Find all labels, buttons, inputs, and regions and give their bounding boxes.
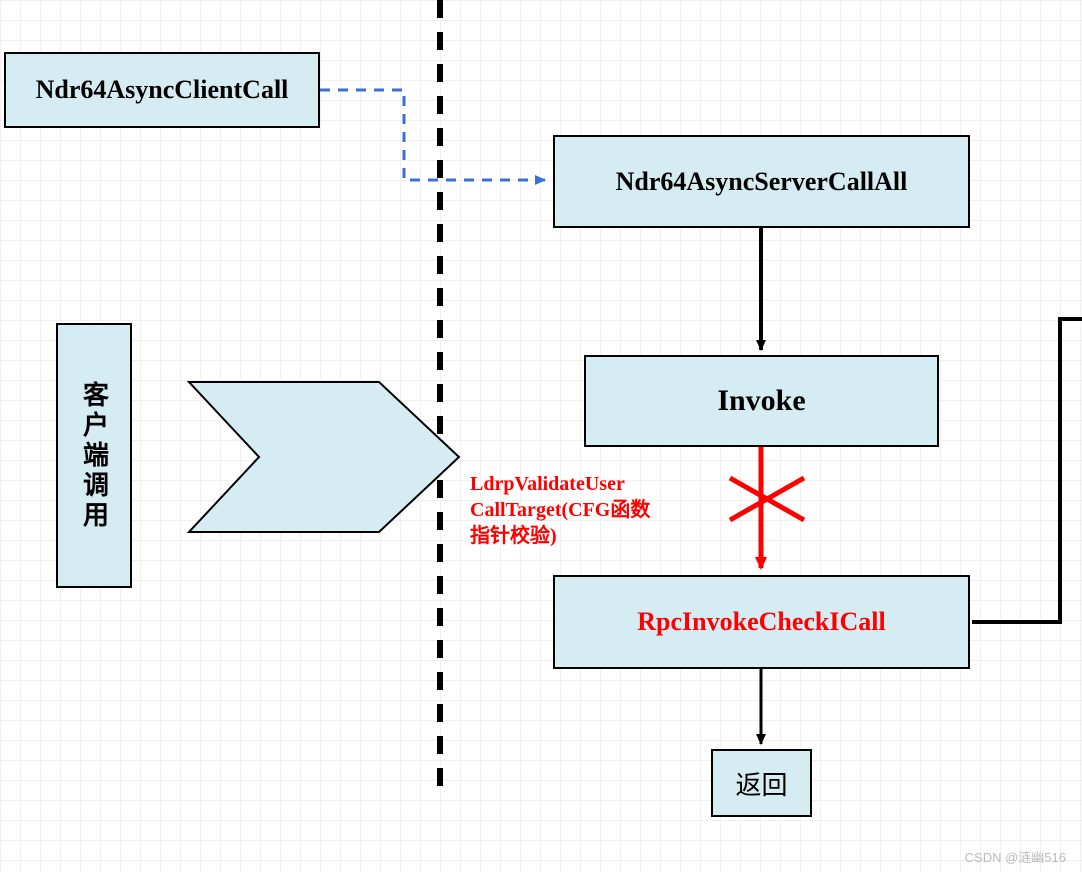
chevron-enter-service — [189, 382, 459, 532]
arrow-right-loop — [972, 319, 1082, 622]
connectors-svg — [0, 0, 1082, 872]
arrow-client-to-server — [320, 90, 545, 180]
